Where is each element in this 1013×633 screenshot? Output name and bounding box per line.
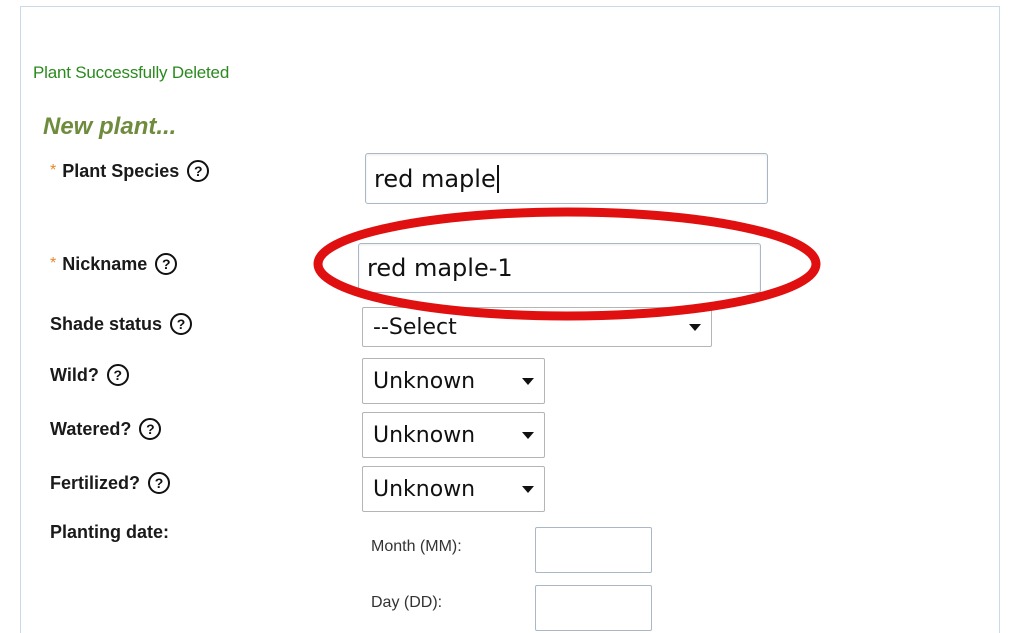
fertilized-label-row: Fertilized? ? — [50, 472, 171, 494]
help-icon[interactable]: ? — [155, 253, 178, 275]
page: Plant Successfully Deleted New plant... … — [0, 0, 1013, 633]
month-input[interactable] — [535, 527, 652, 573]
nickname-value: red maple-1 — [367, 254, 513, 282]
wild-select[interactable]: Unknown — [362, 358, 545, 404]
chevron-down-icon — [522, 485, 534, 493]
fertilized-selected: Unknown — [373, 476, 476, 502]
chevron-down-icon — [689, 323, 701, 331]
wild-selected: Unknown — [373, 368, 476, 394]
wild-label: Wild? — [50, 364, 99, 385]
shade-status-label-row: Shade status ? — [50, 313, 193, 335]
fertilized-select[interactable]: Unknown — [362, 466, 545, 512]
section-title: New plant... — [43, 113, 177, 140]
shade-status-select[interactable]: --Select — [362, 307, 712, 347]
watered-select[interactable]: Unknown — [362, 412, 545, 458]
day-label: Day (DD): — [371, 594, 443, 611]
plant-species-input[interactable]: red maple — [365, 153, 768, 204]
nickname-label: Nickname — [62, 253, 148, 274]
help-icon[interactable]: ? — [139, 418, 162, 440]
watered-selected: Unknown — [373, 422, 476, 448]
shade-status-selected: --Select — [373, 314, 457, 340]
chevron-down-icon — [522, 377, 534, 385]
nickname-label-row: * Nickname ? — [50, 253, 178, 275]
planting-date-label-row: Planting date: — [50, 522, 169, 543]
shade-status-label: Shade status — [50, 313, 163, 334]
help-icon[interactable]: ? — [170, 313, 193, 335]
planting-date-label: Planting date: — [50, 522, 170, 542]
text-caret — [496, 164, 499, 193]
nickname-input[interactable]: red maple-1 — [358, 243, 761, 293]
plant-species-label-row: * Plant Species ? — [50, 160, 210, 182]
day-input[interactable] — [535, 585, 652, 631]
month-label: Month (MM): — [371, 538, 462, 555]
plant-species-value: red maple — [374, 164, 496, 193]
required-marker: * — [50, 162, 57, 179]
help-icon[interactable]: ? — [148, 472, 171, 494]
watered-label: Watered? — [50, 418, 132, 439]
plant-species-label: Plant Species — [62, 160, 180, 181]
fertilized-label: Fertilized? — [50, 472, 141, 493]
chevron-down-icon — [522, 431, 534, 439]
watered-label-row: Watered? ? — [50, 418, 162, 440]
status-message: Plant Successfully Deleted — [33, 63, 230, 82]
required-marker: * — [50, 255, 57, 272]
help-icon[interactable]: ? — [187, 160, 210, 182]
help-icon[interactable]: ? — [106, 364, 129, 386]
wild-label-row: Wild? ? — [50, 364, 129, 386]
